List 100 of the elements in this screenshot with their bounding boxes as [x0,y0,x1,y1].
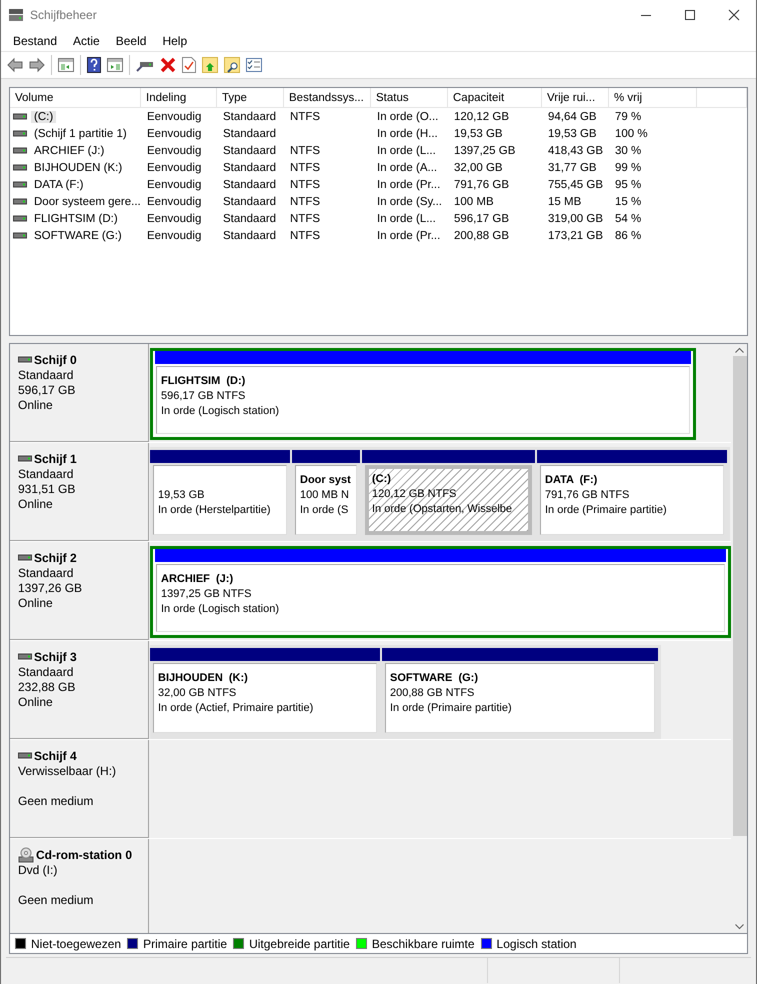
legend-label: Primaire partitie [143,936,228,950]
back-arrow-icon[interactable] [7,57,23,73]
table-cell-text: NTFS [289,144,322,156]
disk-label-panel[interactable]: Schijf 1 Standaard 931,51 GB Online [10,443,149,541]
table-cell-text: In orde (A... [376,162,438,174]
drive-label[interactable]: FLIGHTSIM (D:) [31,212,121,224]
table-cell-text: 418,43 GB [547,144,604,156]
table-cell-text: NTFS [289,178,322,190]
table-cell-text: Eenvoudig [146,162,202,174]
disk-type: Standaard [18,368,74,383]
column-header[interactable]: Volume [10,88,141,108]
table-cell-text: Standaard [222,196,278,208]
help-icon[interactable] [87,57,101,73]
column-header[interactable]: Indeling [141,88,217,108]
legend-label: Niet-toegewezen [31,936,122,950]
partition-block[interactable]: DATA (F:) 791,76 GB NTFS In orde (Primaire partitie) [540,465,724,535]
table-cell-text: Standaard [222,144,278,156]
table-cell-text: 319,00 GB [547,212,604,224]
properties-check-icon[interactable] [182,57,196,73]
table-cell-text: Eenvoudig [146,196,202,208]
table-cell-text: Eenvoudig [146,178,202,190]
partition-status: In orde (Primaire partitie) [545,503,668,518]
delete-icon[interactable] [160,57,176,73]
table-cell-text: 173,21 GB [547,230,604,242]
table-cell-text: 15 % [614,196,642,208]
disk-name: Schijf 3 [34,650,77,664]
console-tree-icon[interactable] [58,57,74,73]
close-icon[interactable] [728,9,740,21]
disk-label-panel[interactable]: Schijf 4 Verwisselbaar (H:) Geen medium [10,740,149,838]
scroll-down-icon[interactable] [735,924,744,930]
table-cell-text: Eenvoudig [146,144,202,156]
partition-size: 791,76 GB NTFS [545,488,630,503]
drive-label[interactable]: ARCHIEF (J:) [31,144,108,156]
table-cell-text: 120,12 GB [453,110,510,122]
partition-name: BIJHOUDEN (K:) [158,671,249,686]
table-cell-text: In orde (Pr... [376,178,442,190]
scrollbar-thumb[interactable] [732,356,746,836]
partition-block[interactable]: Door syst 100 MB N In orde (S [295,465,357,535]
disk-size: 931,51 GB [18,482,76,497]
table-cell-text: 1397,25 GB [453,144,516,156]
drive-label[interactable]: (C:) [31,110,56,122]
column-header[interactable]: Capaciteit [448,88,542,108]
column-header[interactable]: Bestandssys... [284,88,371,108]
disk-label-panel[interactable]: Schijf 2 Standaard 1397,26 GB Online [10,542,149,640]
partition-block[interactable]: (C:) 120,12 GB NTFS In orde (Opstarten, Wisselbe [365,465,532,535]
table-cell-text: 15 MB [547,196,582,208]
table-cell-text: Standaard [222,110,278,122]
checklist-icon[interactable] [246,57,262,73]
action-pane-icon[interactable] [107,57,123,73]
table-cell-text: 596,17 GB [453,212,510,224]
partition-status: In orde (Herstelpartitie) [158,503,272,518]
table-cell-text: In orde (Pr... [376,230,442,242]
disk-type: Standaard [18,665,74,680]
table-cell-text: 32,00 GB [453,162,504,174]
menu-item[interactable]: Actie [65,34,108,48]
legend-label: Logisch station [496,936,577,950]
table-cell-text: 94,64 GB [547,110,598,122]
table-cell-text: 31,77 GB [547,162,598,174]
partition-block[interactable]: SOFTWARE (G:) 200,88 GB NTFS In orde (Primaire partitie) [385,663,655,733]
maximize-icon[interactable] [684,9,696,21]
disk-type: Standaard [18,566,74,581]
partition-status: In orde (Opstarten, Wisselbe [372,502,514,517]
table-cell-text: NTFS [289,212,322,224]
column-header[interactable]: % vrij [609,88,697,108]
table-cell-text: 19,53 GB [453,128,504,140]
drive-label[interactable]: BIJHOUDEN (K:) [31,162,126,174]
drive-label[interactable]: SOFTWARE (G:) [31,230,125,242]
partition-size: 596,17 GB NTFS [161,389,246,404]
menu-item[interactable]: Bestand [5,34,66,48]
table-cell-text: 755,45 GB [547,178,604,190]
partition-block[interactable]: 19,53 GB In orde (Herstelpartitie) [153,465,287,535]
table-cell-text: In orde (O... [376,110,440,122]
drive-label[interactable]: DATA (F:) [31,178,86,190]
column-header[interactable]: Type [217,88,284,108]
table-cell-text: NTFS [289,196,322,208]
column-header[interactable]: Vrije rui... [542,88,609,108]
partition-name: Door syst [300,473,352,488]
table-cell-text: Standaard [222,178,278,190]
partition-block[interactable]: BIJHOUDEN (K:) 32,00 GB NTFS In orde (Actief, Primaire partitie) [153,663,377,733]
drive-label[interactable]: (Schijf 1 partitie 1) [31,128,130,140]
menu-item[interactable]: Help [154,34,196,48]
partition-status: In orde (S [300,503,350,518]
disk-status: Online [18,596,54,611]
folder-search-icon[interactable] [224,57,240,73]
disk-label-panel[interactable]: Schijf 3 Standaard 232,88 GB Online [10,641,149,739]
menu-item[interactable]: Beeld [108,34,154,48]
disk-type: Verwisselbaar (H:) [18,764,118,779]
partition-block[interactable]: ARCHIEF (J:) 1397,25 GB NTFS In orde (Logisch station) [156,564,725,632]
partition-block[interactable]: FLIGHTSIM (D:) 596,17 GB NTFS In orde (Logisch station) [156,366,690,434]
table-cell-text: NTFS [289,162,322,174]
forward-arrow-icon[interactable] [29,57,45,73]
drive-label[interactable]: Door systeem gere... [31,196,144,208]
partition-size: 100 MB N [300,488,350,503]
disk-type: Standaard [18,467,74,482]
table-cell-text: NTFS [289,110,322,122]
table-cell-text: In orde (L... [376,144,437,156]
partition-name: ARCHIEF (J:) [161,572,234,587]
disk-label-panel[interactable]: Schijf 0 Standaard 596,17 GB Online [10,344,149,442]
column-header[interactable]: Status [371,88,448,108]
scroll-up-icon[interactable] [735,347,744,353]
